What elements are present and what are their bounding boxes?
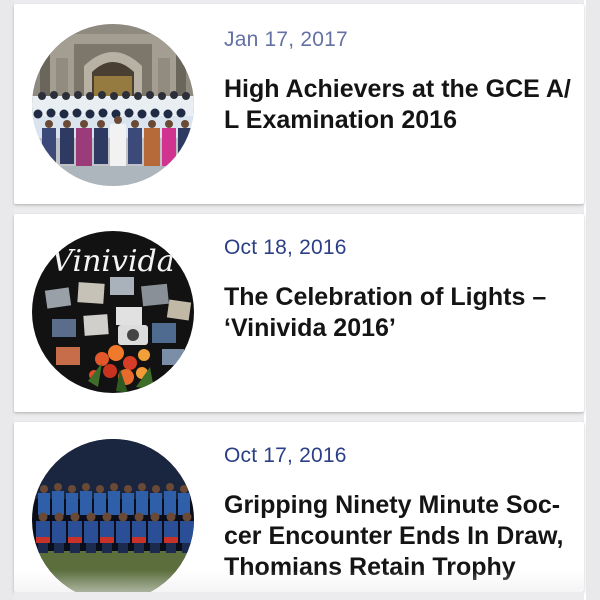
article-title-line: Gripping Ninety Minute Soc-: [224, 491, 561, 519]
article-thumbnail[interactable]: [32, 439, 194, 592]
article-card[interactable]: Oct 17, 2016 Gripping Ninety Minute Soc-…: [14, 422, 584, 592]
soccer-team-image: [32, 439, 194, 592]
article-date: Oct 17, 2016: [224, 444, 347, 467]
article-thumbnail[interactable]: Vinivida: [32, 231, 194, 393]
article-title-line: High Achievers at the GCE A/: [224, 75, 571, 103]
feed-bottom-edge: [14, 592, 584, 600]
article-thumbnail[interactable]: [32, 24, 194, 186]
article-title[interactable]: High Achievers at the GCE A/ L Examinati…: [224, 74, 571, 136]
article-card[interactable]: Vinivida Oct 18, 2016 The Celebration of…: [14, 214, 584, 412]
group-photo-image: [32, 24, 194, 186]
article-title[interactable]: Gripping Ninety Minute Soc- cer Encounte…: [224, 490, 570, 583]
vinivida-board-image: Vinivida: [32, 231, 194, 393]
vinivida-lettering: Vinivida: [51, 244, 174, 279]
article-date: Oct 18, 2016: [224, 236, 347, 259]
article-card[interactable]: Jan 17, 2017 High Achievers at the GCE A…: [14, 4, 584, 204]
article-title-line: cer Encounter Ends In Draw,: [224, 522, 564, 550]
article-title-line: ‘Vinivida 2016’: [224, 314, 396, 342]
article-title-line: L Examination 2016: [224, 106, 457, 134]
app-frame: Jan 17, 2017 High Achievers at the GCE A…: [0, 0, 600, 600]
news-feed[interactable]: Jan 17, 2017 High Achievers at the GCE A…: [14, 0, 584, 600]
article-title-line: The Celebration of Lights –: [224, 283, 547, 311]
left-margin: [0, 0, 14, 600]
article-title-line: Thomians Retain Trophy: [224, 553, 516, 581]
right-margin: [586, 0, 600, 600]
article-date: Jan 17, 2017: [224, 28, 348, 51]
article-title[interactable]: The Celebration of Lights – ‘Vinivida 20…: [224, 282, 570, 344]
